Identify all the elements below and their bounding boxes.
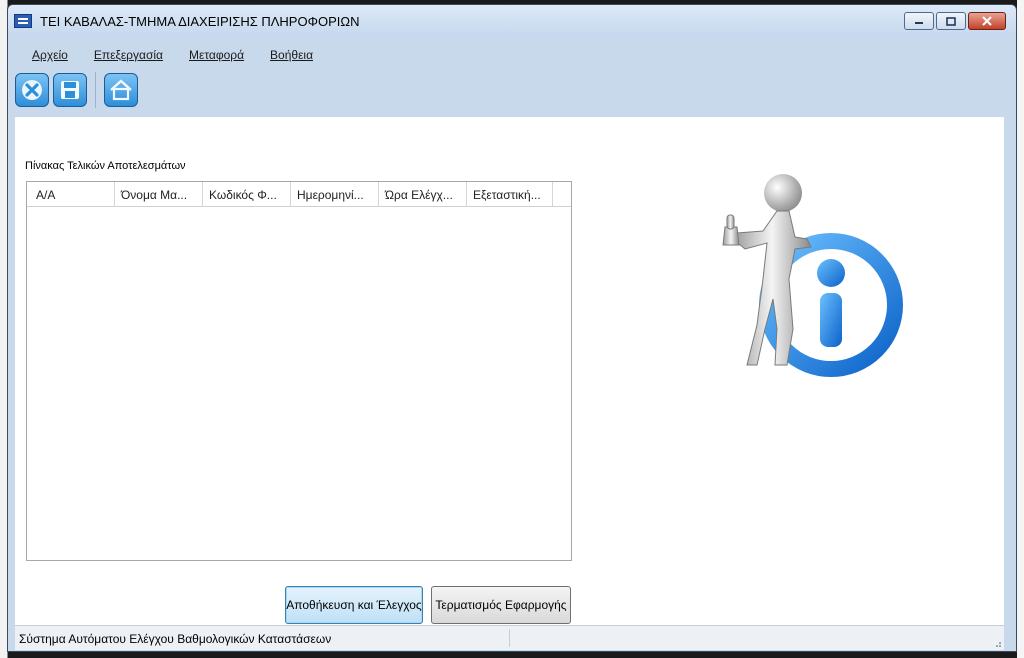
toolbar-separator bbox=[95, 72, 96, 108]
exit-application-button[interactable]: Τερματισμός Εφαρμογής bbox=[431, 586, 571, 624]
toolbar-home-button[interactable] bbox=[104, 73, 138, 107]
column-header-name[interactable]: Όνομα Μα... bbox=[115, 182, 203, 206]
results-grid[interactable]: Α/Α Όνομα Μα... Κωδικός Φ... Ημερομηνί..… bbox=[26, 181, 572, 561]
column-header-code[interactable]: Κωδικός Φ... bbox=[203, 182, 291, 206]
menu-transfer[interactable]: Μεταφορά bbox=[172, 48, 253, 68]
home-icon bbox=[110, 79, 132, 101]
toolbar bbox=[15, 69, 142, 111]
app-icon bbox=[14, 14, 32, 28]
column-header-aa[interactable]: Α/Α bbox=[27, 182, 115, 206]
save-icon bbox=[61, 81, 79, 99]
column-header-time[interactable]: Ώρα Ελέγχ... bbox=[379, 182, 467, 206]
resize-grip-icon[interactable] bbox=[992, 638, 1002, 648]
app-window: ΤΕΙ ΚΑΒΑΛΑΣ-ΤΜΗΜΑ ΔΙΑΧΕΙΡΙΣΗΣ ΠΛΗΡΟΦΟΡΙΩ… bbox=[7, 4, 1017, 652]
status-bar: Σύστημα Αυτόματου Ελέγχου Βαθμολογικών Κ… bbox=[15, 625, 1004, 650]
toolbar-close-button[interactable] bbox=[15, 73, 49, 107]
maximize-button[interactable] bbox=[936, 12, 966, 30]
background-window-edge-right bbox=[1017, 0, 1024, 658]
status-separator bbox=[509, 629, 510, 647]
maximize-icon bbox=[946, 16, 956, 26]
close-icon bbox=[982, 16, 992, 26]
close-window-button[interactable] bbox=[968, 12, 1006, 30]
main-panel: Πίνακας Τελικών Αποτελεσμάτων Α/Α Όνομα … bbox=[15, 117, 1004, 625]
info-figure-icon bbox=[722, 174, 903, 377]
window-title: ΤΕΙ ΚΑΒΑΛΑΣ-ΤΜΗΜΑ ΔΙΑΧΕΙΡΙΣΗΣ ΠΛΗΡΟΦΟΡΙΩ… bbox=[40, 14, 360, 29]
window-controls bbox=[904, 12, 1006, 30]
table-caption: Πίνακας Τελικών Αποτελεσμάτων bbox=[25, 160, 186, 172]
save-and-check-button[interactable]: Αποθήκευση και Έλεγχος bbox=[285, 586, 423, 624]
toolbar-save-button[interactable] bbox=[53, 73, 87, 107]
status-text: Σύστημα Αυτόματου Ελέγχου Βαθμολογικών Κ… bbox=[19, 632, 332, 646]
column-header-exam-period[interactable]: Εξεταστική... bbox=[467, 182, 553, 206]
menu-file[interactable]: Αρχείο bbox=[15, 48, 77, 68]
menu-help[interactable]: Βοήθεια bbox=[253, 48, 322, 68]
title-bar[interactable]: ΤΕΙ ΚΑΒΑΛΑΣ-ΤΜΗΜΑ ΔΙΑΧΕΙΡΙΣΗΣ ΠΛΗΡΟΦΟΡΙΩ… bbox=[8, 5, 1016, 37]
grid-header: Α/Α Όνομα Μα... Κωδικός Φ... Ημερομηνί..… bbox=[27, 182, 571, 207]
menu-bar: Αρχείο Επεξεργασία Μεταφορά Βοήθεια bbox=[15, 48, 322, 68]
minimize-icon bbox=[915, 22, 923, 24]
menu-edit[interactable]: Επεξεργασία bbox=[77, 48, 172, 68]
close-icon bbox=[22, 80, 42, 100]
minimize-button[interactable] bbox=[904, 12, 934, 30]
column-header-date[interactable]: Ημερομηνί... bbox=[291, 182, 379, 206]
